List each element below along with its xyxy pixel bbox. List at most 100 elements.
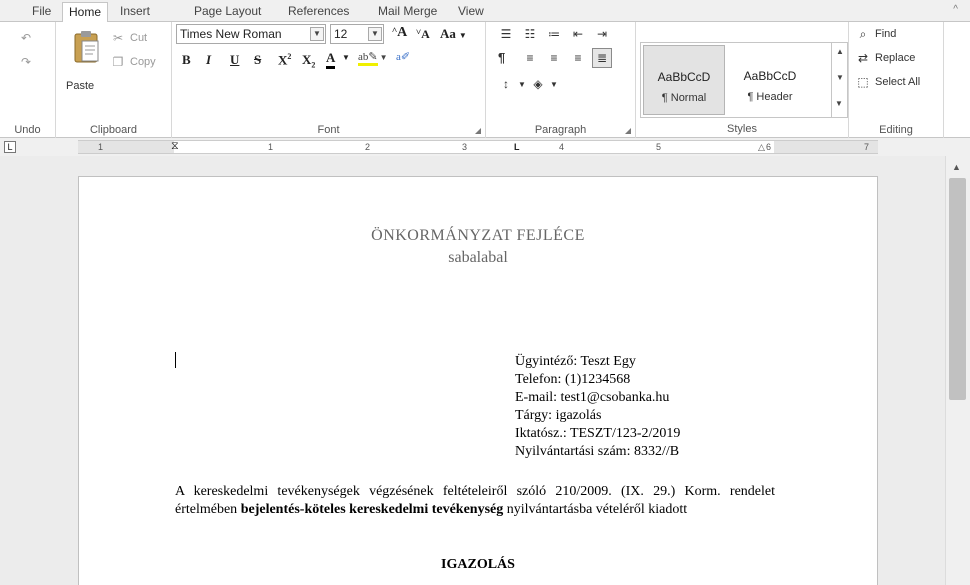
binoculars-icon: ⌕	[859, 27, 867, 41]
align-right-icon[interactable]: ≡	[570, 50, 586, 66]
multilevel-list-icon[interactable]: ≔	[546, 26, 562, 42]
superscript-button[interactable]: X2	[278, 52, 291, 68]
ruler-number: 4	[559, 142, 565, 152]
style-normal-label: ¶ Normal	[661, 92, 707, 104]
indent-marker-icon[interactable]: ⧖	[171, 140, 179, 152]
style-header[interactable]: AaBbCcD ¶ Header	[729, 45, 811, 115]
decrease-indent-icon[interactable]: ⇤	[570, 26, 586, 42]
header-subtitle: sabalabal	[448, 249, 508, 266]
bullets-icon[interactable]: ☰	[498, 26, 514, 42]
ribbon-tab-bar: File Home Insert Page Layout References …	[0, 0, 970, 23]
tab-home[interactable]: Home	[62, 2, 109, 23]
style-header-label: ¶ Header	[747, 91, 793, 103]
undo-group: ↶ ↷ Undo	[0, 22, 56, 138]
tab-stop-marker[interactable]: L	[514, 141, 520, 153]
tab-page-layout[interactable]: Page Layout	[188, 2, 267, 22]
font-family-value: Times New Roman	[180, 27, 282, 41]
horizontal-ruler[interactable]: 1 ⧖ 1 2 3 L 4 5 △ 6 7	[78, 140, 878, 154]
ruler-number: 2	[365, 142, 371, 152]
right-indent-marker-icon[interactable]: △	[758, 141, 765, 153]
tab-mail-merge[interactable]: Mail Merge	[372, 2, 443, 22]
bold-button[interactable]: B	[182, 52, 191, 68]
tab-stop-selector[interactable]: L	[4, 141, 16, 153]
replace-icon: ⇄	[857, 51, 869, 65]
font-dialog-launcher-icon[interactable]	[475, 128, 481, 134]
info-line-file-number: Iktatósz.: TESZT/123-2/2019	[515, 426, 681, 441]
show-formatting-marks-button[interactable]: ¶	[498, 50, 505, 65]
increase-indent-icon[interactable]: ⇥	[594, 26, 610, 42]
tab-file[interactable]: File	[26, 2, 57, 22]
italic-button[interactable]: I	[206, 52, 211, 68]
chevron-down-icon[interactable]: ▼	[836, 73, 844, 82]
find-button[interactable]: ⌕ Find	[855, 26, 897, 42]
underline-button[interactable]: U	[230, 52, 239, 68]
numbering-icon[interactable]: ☷	[522, 26, 538, 42]
info-line-email: E-mail: test1@csobanka.hu	[515, 390, 670, 405]
style-header-sample: AaBbCcD	[743, 69, 797, 83]
document-page[interactable]: ÖNKORMÁNYZAT FEJLÉCE sabalabal Ügyintéző…	[78, 176, 878, 585]
redo-icon[interactable]: ↷	[18, 54, 34, 70]
paste-icon[interactable]	[72, 28, 102, 68]
line-spacing-icon[interactable]: ↕ ▼	[498, 76, 526, 92]
justify-icon[interactable]: ≣	[592, 48, 612, 68]
shrink-font-icon[interactable]: ˅A	[416, 27, 430, 42]
align-center-icon[interactable]: ≡	[546, 50, 562, 66]
chevron-down-icon: ▼	[368, 27, 382, 41]
collapse-ribbon-icon[interactable]: ^	[953, 4, 958, 15]
font-size-value: 12	[334, 27, 348, 41]
tab-references[interactable]: References	[282, 2, 355, 22]
body-text-bold: bejelentés-köteles kereskedelmi tevékeny…	[240, 502, 504, 517]
more-styles-icon[interactable]: ▼	[835, 99, 843, 108]
replace-label: Replace	[875, 52, 916, 64]
ruler-number: 5	[656, 142, 662, 152]
document-area: ÖNKORMÁNYZAT FEJLÉCE sabalabal Ügyintéző…	[0, 156, 945, 585]
header-title: ÖNKORMÁNYZAT FEJLÉCE	[371, 227, 585, 244]
clipboard-group-label: Clipboard	[89, 124, 138, 136]
vertical-scrollbar[interactable]: ▲	[945, 156, 970, 585]
document-heading: IGAZOLÁS	[441, 557, 515, 572]
body-text-end: nyilvántartásba vételéről kiadott	[503, 502, 688, 517]
ruler-row: L 1 ⧖ 1 2 3 L 4 5 △ 6 7	[0, 139, 970, 156]
ruler-number: 6	[766, 142, 772, 152]
change-case-button[interactable]: Aa ▼	[440, 26, 467, 42]
tab-insert[interactable]: Insert	[114, 2, 156, 22]
tab-view[interactable]: View	[452, 2, 490, 22]
paragraph-dialog-launcher-icon[interactable]	[625, 128, 631, 134]
style-normal-sample: AaBbCcD	[657, 70, 711, 84]
paste-button[interactable]: Paste	[66, 80, 94, 92]
font-group: Times New Roman ▼ 12 ▼ ˄A ˅A Aa ▼ B I U S…	[172, 22, 486, 138]
cut-button[interactable]: ✂ Cut	[110, 30, 147, 46]
style-normal[interactable]: AaBbCcD ¶ Normal	[643, 45, 725, 115]
font-color-button[interactable]: A	[326, 50, 336, 69]
cut-label: Cut	[130, 32, 148, 44]
subscript-button[interactable]: X2	[302, 52, 315, 70]
undo-icon[interactable]: ↶	[18, 30, 34, 46]
align-left-icon[interactable]: ≡	[522, 50, 538, 66]
info-line-subject: Tárgy: igazolás	[515, 408, 602, 423]
info-line-registry-number: Nyilvántartási szám: 8332//B	[515, 444, 680, 459]
strikethrough-button[interactable]: S	[254, 52, 261, 68]
shading-icon[interactable]: ◈ ▼	[530, 76, 558, 92]
info-block: Ügyintéző: Teszt Egy Telefon: (1)1234568…	[515, 353, 680, 461]
font-size-select[interactable]: 12 ▼	[330, 24, 384, 44]
ribbon: ↶ ↷ Undo Paste ✂ Cut ❐ Copy Clipboard Ti…	[0, 22, 970, 138]
clear-formatting-icon[interactable]: a✐	[396, 50, 410, 63]
editing-group-label: Editing	[879, 124, 913, 136]
select-all-button[interactable]: ⬚ Select All	[855, 74, 920, 90]
chevron-up-icon[interactable]: ▲	[836, 47, 844, 56]
styles-gallery: AaBbCcD ¶ Normal AaBbCcD ¶ Header ▲ ▼ ▼	[640, 42, 848, 118]
styles-scrollbar[interactable]: ▲ ▼ ▼	[831, 43, 847, 117]
ruler-left-margin	[78, 141, 174, 153]
scroll-up-icon[interactable]: ▲	[952, 162, 961, 172]
chevron-down-icon: ▼	[310, 27, 324, 41]
chevron-down-icon[interactable]: ▼	[342, 53, 350, 62]
paragraph-group: ☰ ☷ ≔ ⇤ ⇥ ¶ ≡ ≡ ≡ ≣ ↕ ▼ ◈ ▼ Paragraph	[486, 22, 636, 138]
grow-font-icon[interactable]: ˄A	[392, 25, 407, 41]
body-paragraph: A kereskedelmi tevékenységek végzésének …	[175, 483, 775, 519]
font-family-select[interactable]: Times New Roman ▼	[176, 24, 326, 44]
scrollbar-thumb[interactable]	[949, 178, 966, 400]
text-cursor	[175, 352, 176, 368]
highlight-icon[interactable]: ab✎ ▼	[358, 50, 388, 66]
replace-button[interactable]: ⇄ Replace	[855, 50, 915, 66]
copy-button[interactable]: ❐ Copy	[110, 54, 156, 70]
